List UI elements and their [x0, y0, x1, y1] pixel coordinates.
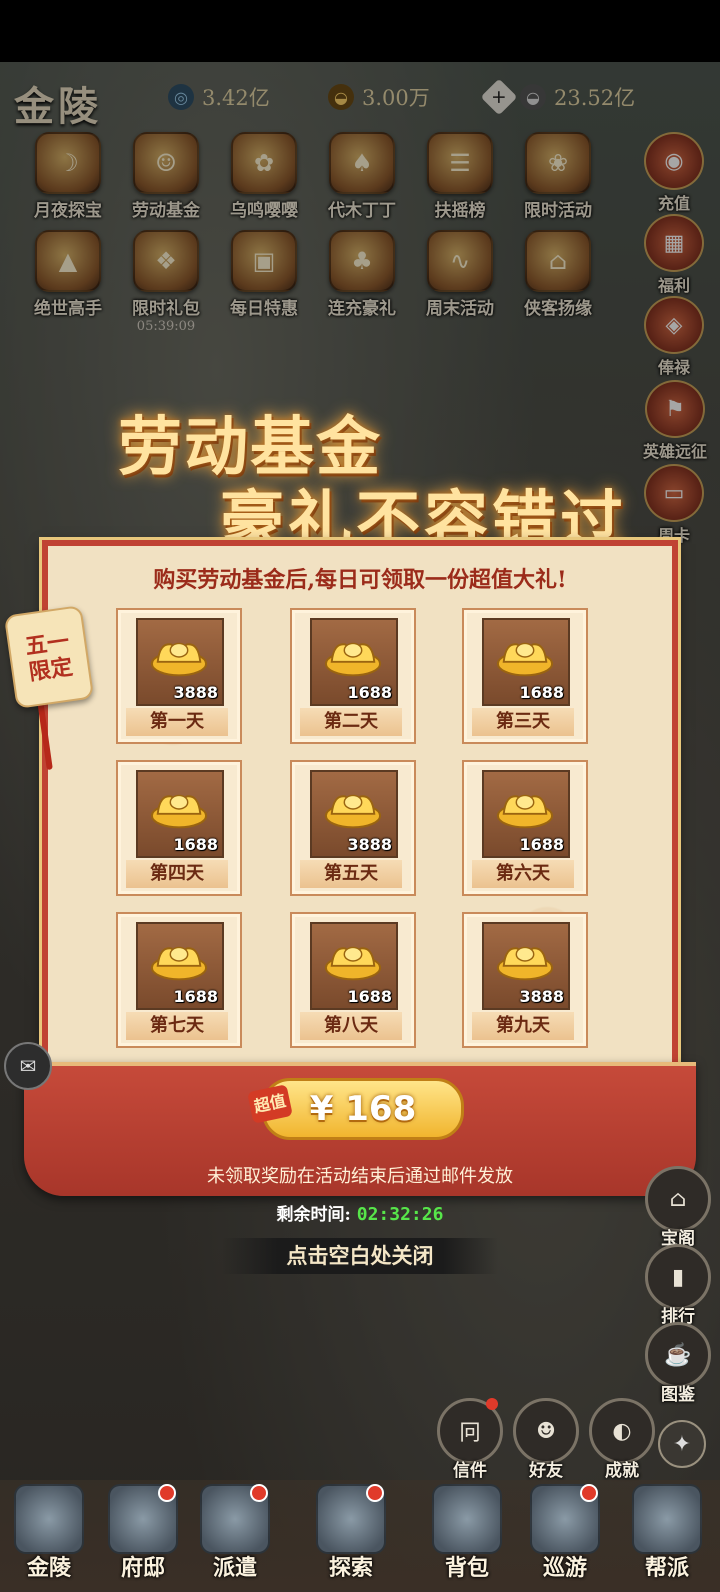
reward-card[interactable]: 3888 第九天: [462, 912, 588, 1048]
treasure-pavilion-icon: ⌂: [645, 1166, 711, 1232]
letter-button[interactable]: 冋信件: [432, 1398, 508, 1481]
nav-item-label: 背包: [444, 1555, 489, 1581]
gold-ingot-icon: [324, 794, 382, 829]
reward-amount: 1688: [173, 835, 218, 854]
close-hint[interactable]: 点击空白处关闭: [222, 1238, 498, 1274]
reward-card[interactable]: 1688 第三天: [462, 608, 588, 744]
compass-icon[interactable]: ✦: [658, 1420, 706, 1468]
notification-dot: [250, 1484, 268, 1502]
reward-amount: 3888: [173, 683, 218, 702]
reward-amount: 1688: [347, 683, 392, 702]
codex-icon: ☕: [645, 1322, 711, 1388]
city-gate-icon: [14, 1484, 84, 1554]
reward-card[interactable]: 1688 第二天: [290, 608, 416, 744]
reward-image: 3888: [136, 618, 224, 706]
gold-ingot-icon: [324, 642, 382, 677]
friends-icon: ☻: [513, 1398, 579, 1464]
remaining-time-value: 02:32:26: [356, 1204, 444, 1225]
reward-card[interactable]: 3888 第五天: [290, 760, 416, 896]
reward-image: 1688: [482, 770, 570, 858]
nav-item-label: 巡游: [542, 1555, 587, 1581]
nav-item[interactable]: 帮派: [612, 1484, 720, 1582]
reward-amount: 3888: [347, 835, 392, 854]
reward-amount: 3888: [519, 987, 564, 1006]
friends-button[interactable]: ☻ 好友: [508, 1398, 584, 1481]
achievement-icon: ◐: [589, 1398, 655, 1464]
reward-image: 3888: [482, 922, 570, 1010]
achievement-button[interactable]: ◐ 成就: [584, 1398, 660, 1481]
reward-amount: 1688: [173, 987, 218, 1006]
buy-button[interactable]: ¥ 168: [262, 1078, 464, 1140]
reward-amount: 1688: [519, 683, 564, 702]
ranking-icon: ▮: [645, 1244, 711, 1310]
notification-dot: [486, 1398, 498, 1410]
reward-amount: 1688: [519, 835, 564, 854]
limited-tag: 五一 限定: [3, 605, 95, 709]
chat-icon[interactable]: ✉: [4, 1042, 52, 1090]
guild-icon: [632, 1484, 702, 1554]
reward-day-label: 第三天: [472, 708, 574, 736]
mail-notice: 未领取奖励在活动结束后通过邮件发放: [207, 1166, 513, 1187]
reward-image: 1688: [310, 922, 398, 1010]
nav-item[interactable]: 探索: [296, 1484, 406, 1582]
nav-item[interactable]: 巡游: [510, 1484, 620, 1582]
reward-day-label: 第八天: [300, 1012, 402, 1040]
gold-ingot-icon: [496, 794, 554, 829]
reward-day-label: 第七天: [126, 1012, 228, 1040]
backpack-icon: [432, 1484, 502, 1554]
gold-ingot-icon: [324, 946, 382, 981]
gold-ingot-icon: [150, 946, 208, 981]
nav-item-label: 帮派: [644, 1555, 689, 1581]
reward-card[interactable]: 1688 第四天: [116, 760, 242, 896]
notification-dot: [366, 1484, 384, 1502]
gold-ingot-icon: [496, 642, 554, 677]
nav-item[interactable]: 派遣: [180, 1484, 290, 1582]
codex-button[interactable]: ☕ 图鉴: [640, 1322, 716, 1405]
reward-image: 1688: [136, 922, 224, 1010]
reward-amount: 1688: [347, 987, 392, 1006]
ranking-button[interactable]: ▮ 排行: [640, 1244, 716, 1327]
reward-image: 1688: [310, 618, 398, 706]
reward-image: 3888: [310, 770, 398, 858]
gold-ingot-icon: [150, 794, 208, 829]
reward-card[interactable]: 1688 第六天: [462, 760, 588, 896]
reward-day-label: 第五天: [300, 860, 402, 888]
reward-day-label: 第一天: [126, 708, 228, 736]
reward-card[interactable]: 1688 第七天: [116, 912, 242, 1048]
reward-image: 1688: [136, 770, 224, 858]
panel-subtitle: 购买劳动基金后,每日可领取一份超值大礼!: [153, 567, 567, 593]
reward-day-label: 第四天: [126, 860, 228, 888]
nav-item-label: 派遣: [212, 1555, 257, 1581]
reward-day-label: 第六天: [472, 860, 574, 888]
reward-card[interactable]: 3888 第一天: [116, 608, 242, 744]
reward-image: 1688: [482, 618, 570, 706]
gold-ingot-icon: [496, 946, 554, 981]
gold-ingot-icon: [150, 642, 208, 677]
reward-card[interactable]: 1688 第八天: [290, 912, 416, 1048]
nav-item-label: 探索: [328, 1555, 373, 1581]
status-bar: [0, 0, 720, 62]
notification-dot: [158, 1484, 176, 1502]
remaining-time: 剩余时间: 02:32:26: [276, 1204, 444, 1225]
treasure-pavilion-button[interactable]: ⌂ 宝阁: [640, 1166, 716, 1249]
notification-dot: [580, 1484, 598, 1502]
nav-item[interactable]: 背包: [412, 1484, 522, 1582]
reward-day-label: 第二天: [300, 708, 402, 736]
reward-day-label: 第九天: [472, 1012, 574, 1040]
